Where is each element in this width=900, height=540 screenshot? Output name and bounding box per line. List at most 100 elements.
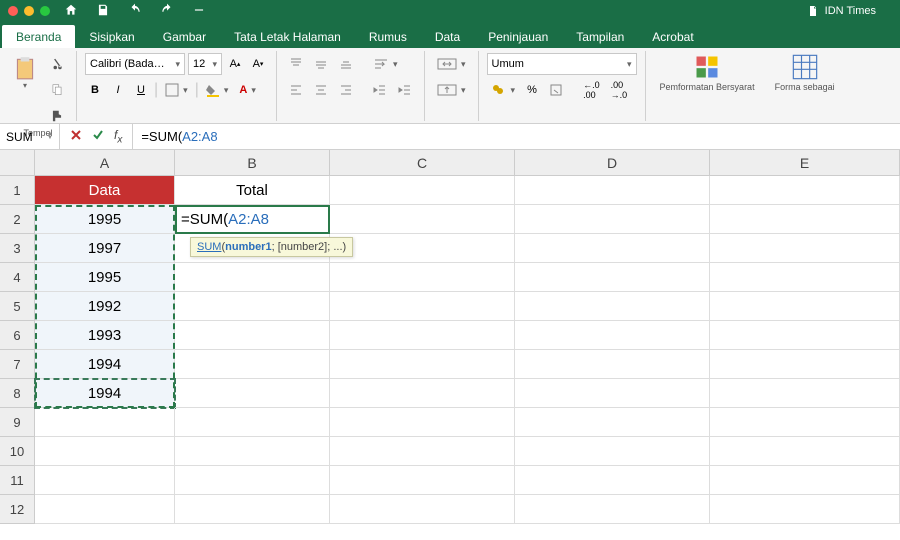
tab-peninjauan[interactable]: Peninjauan: [474, 25, 562, 48]
font-color-button[interactable]: A▾: [235, 79, 259, 101]
col-header-C[interactable]: C: [330, 150, 515, 176]
row-header-9[interactable]: 9: [0, 408, 35, 437]
col-header-D[interactable]: D: [515, 150, 710, 176]
italic-button[interactable]: I: [108, 79, 128, 101]
row-header-6[interactable]: 6: [0, 321, 35, 350]
cell-C10[interactable]: [330, 437, 515, 466]
cell-B9[interactable]: [175, 408, 330, 437]
cell-E1[interactable]: [710, 176, 900, 205]
cell-B12[interactable]: [175, 495, 330, 524]
undo-icon[interactable]: [128, 3, 142, 20]
paste-button[interactable]: ▾: [8, 53, 42, 127]
cell-D12[interactable]: [515, 495, 710, 524]
cell-B8[interactable]: [175, 379, 330, 408]
cell-E4[interactable]: [710, 263, 900, 292]
underline-button[interactable]: U: [131, 79, 151, 101]
cell-D7[interactable]: [515, 350, 710, 379]
comma-button[interactable]: [545, 79, 567, 101]
currency-button[interactable]: ▾: [487, 79, 520, 101]
row-header-5[interactable]: 5: [0, 292, 35, 321]
tab-data[interactable]: Data: [421, 25, 474, 48]
cell-D6[interactable]: [515, 321, 710, 350]
cell-C9[interactable]: [330, 408, 515, 437]
tab-tampilan[interactable]: Tampilan: [562, 25, 638, 48]
cell-C6[interactable]: [330, 321, 515, 350]
cell-B6[interactable]: [175, 321, 330, 350]
bold-button[interactable]: B: [85, 79, 105, 101]
minimize-window-button[interactable]: [24, 6, 34, 16]
decrease-font-button[interactable]: A▾: [248, 53, 268, 75]
tooltip-fn[interactable]: SUM: [197, 241, 221, 253]
cell-A6[interactable]: 1993: [35, 321, 175, 350]
cell-E12[interactable]: [710, 495, 900, 524]
align-middle-button[interactable]: [310, 53, 332, 75]
close-window-button[interactable]: [8, 6, 18, 16]
cell-D8[interactable]: [515, 379, 710, 408]
cell-E10[interactable]: [710, 437, 900, 466]
align-right-button[interactable]: [335, 79, 357, 101]
cell-E9[interactable]: [710, 408, 900, 437]
font-family-select[interactable]: Calibri (Bada…▾: [85, 53, 185, 75]
percent-button[interactable]: %: [522, 79, 542, 101]
cell-C2[interactable]: [330, 205, 515, 234]
cell-D3[interactable]: [515, 234, 710, 263]
cell-B11[interactable]: [175, 466, 330, 495]
cell-A2[interactable]: 1995: [35, 205, 175, 234]
row-header-2[interactable]: 2: [0, 205, 35, 234]
cell-E3[interactable]: [710, 234, 900, 263]
cell-E11[interactable]: [710, 466, 900, 495]
cell-B7[interactable]: [175, 350, 330, 379]
cell-D1[interactable]: [515, 176, 710, 205]
align-center-button[interactable]: [310, 79, 332, 101]
row-header-11[interactable]: 11: [0, 466, 35, 495]
formula-input[interactable]: =SUM(A2:A8: [133, 129, 900, 144]
cell-A10[interactable]: [35, 437, 175, 466]
tab-tata-letak[interactable]: Tata Letak Halaman: [220, 25, 355, 48]
cancel-formula-button[interactable]: [70, 129, 82, 144]
cell-D10[interactable]: [515, 437, 710, 466]
cell-E2[interactable]: [710, 205, 900, 234]
wrap-text-button[interactable]: ▾: [369, 53, 402, 75]
tab-sisipkan[interactable]: Sisipkan: [75, 25, 148, 48]
cell-B2[interactable]: =SUM(A2:A8: [175, 205, 330, 234]
cell-B1[interactable]: Total: [175, 176, 330, 205]
name-box-stepper-icon[interactable]: ▲▼: [47, 133, 53, 140]
decrease-decimal-button[interactable]: .00→.0: [607, 79, 632, 101]
qat-customize-icon[interactable]: [192, 3, 206, 20]
cell-C5[interactable]: [330, 292, 515, 321]
cell-B10[interactable]: [175, 437, 330, 466]
align-top-button[interactable]: [285, 53, 307, 75]
redo-icon[interactable]: [160, 3, 174, 20]
row-header-1[interactable]: 1: [0, 176, 35, 205]
cell-A12[interactable]: [35, 495, 175, 524]
cell-E6[interactable]: [710, 321, 900, 350]
cell-A3[interactable]: 1997: [35, 234, 175, 263]
col-header-A[interactable]: A: [35, 150, 175, 176]
maximize-window-button[interactable]: [40, 6, 50, 16]
cell-B5[interactable]: [175, 292, 330, 321]
cell-C4[interactable]: [330, 263, 515, 292]
row-header-4[interactable]: 4: [0, 263, 35, 292]
increase-indent-button[interactable]: [394, 79, 416, 101]
col-header-E[interactable]: E: [710, 150, 900, 176]
row-header-10[interactable]: 10: [0, 437, 35, 466]
cell-C1[interactable]: [330, 176, 515, 205]
cut-button[interactable]: [46, 53, 68, 75]
confirm-formula-button[interactable]: [92, 129, 104, 144]
row-header-8[interactable]: 8: [0, 379, 35, 408]
cell-E5[interactable]: [710, 292, 900, 321]
fill-color-button[interactable]: ▾: [202, 79, 233, 101]
row-header-7[interactable]: 7: [0, 350, 35, 379]
name-box[interactable]: SUM ▲▼: [0, 124, 60, 149]
format-as-table-button[interactable]: Forma sebagai: [769, 53, 841, 93]
cell-C3[interactable]: [330, 234, 515, 263]
number-format-select[interactable]: Umum▾: [487, 53, 637, 75]
cell-A4[interactable]: 1995: [35, 263, 175, 292]
tab-beranda[interactable]: Beranda: [2, 25, 75, 48]
row-header-12[interactable]: 12: [0, 495, 35, 524]
conditional-format-button[interactable]: Pemformatan Bersyarat: [654, 53, 761, 93]
increase-decimal-button[interactable]: ←.0.00: [579, 79, 604, 101]
row-header-3[interactable]: 3: [0, 234, 35, 263]
cell-D2[interactable]: [515, 205, 710, 234]
select-all-corner[interactable]: [0, 150, 35, 176]
